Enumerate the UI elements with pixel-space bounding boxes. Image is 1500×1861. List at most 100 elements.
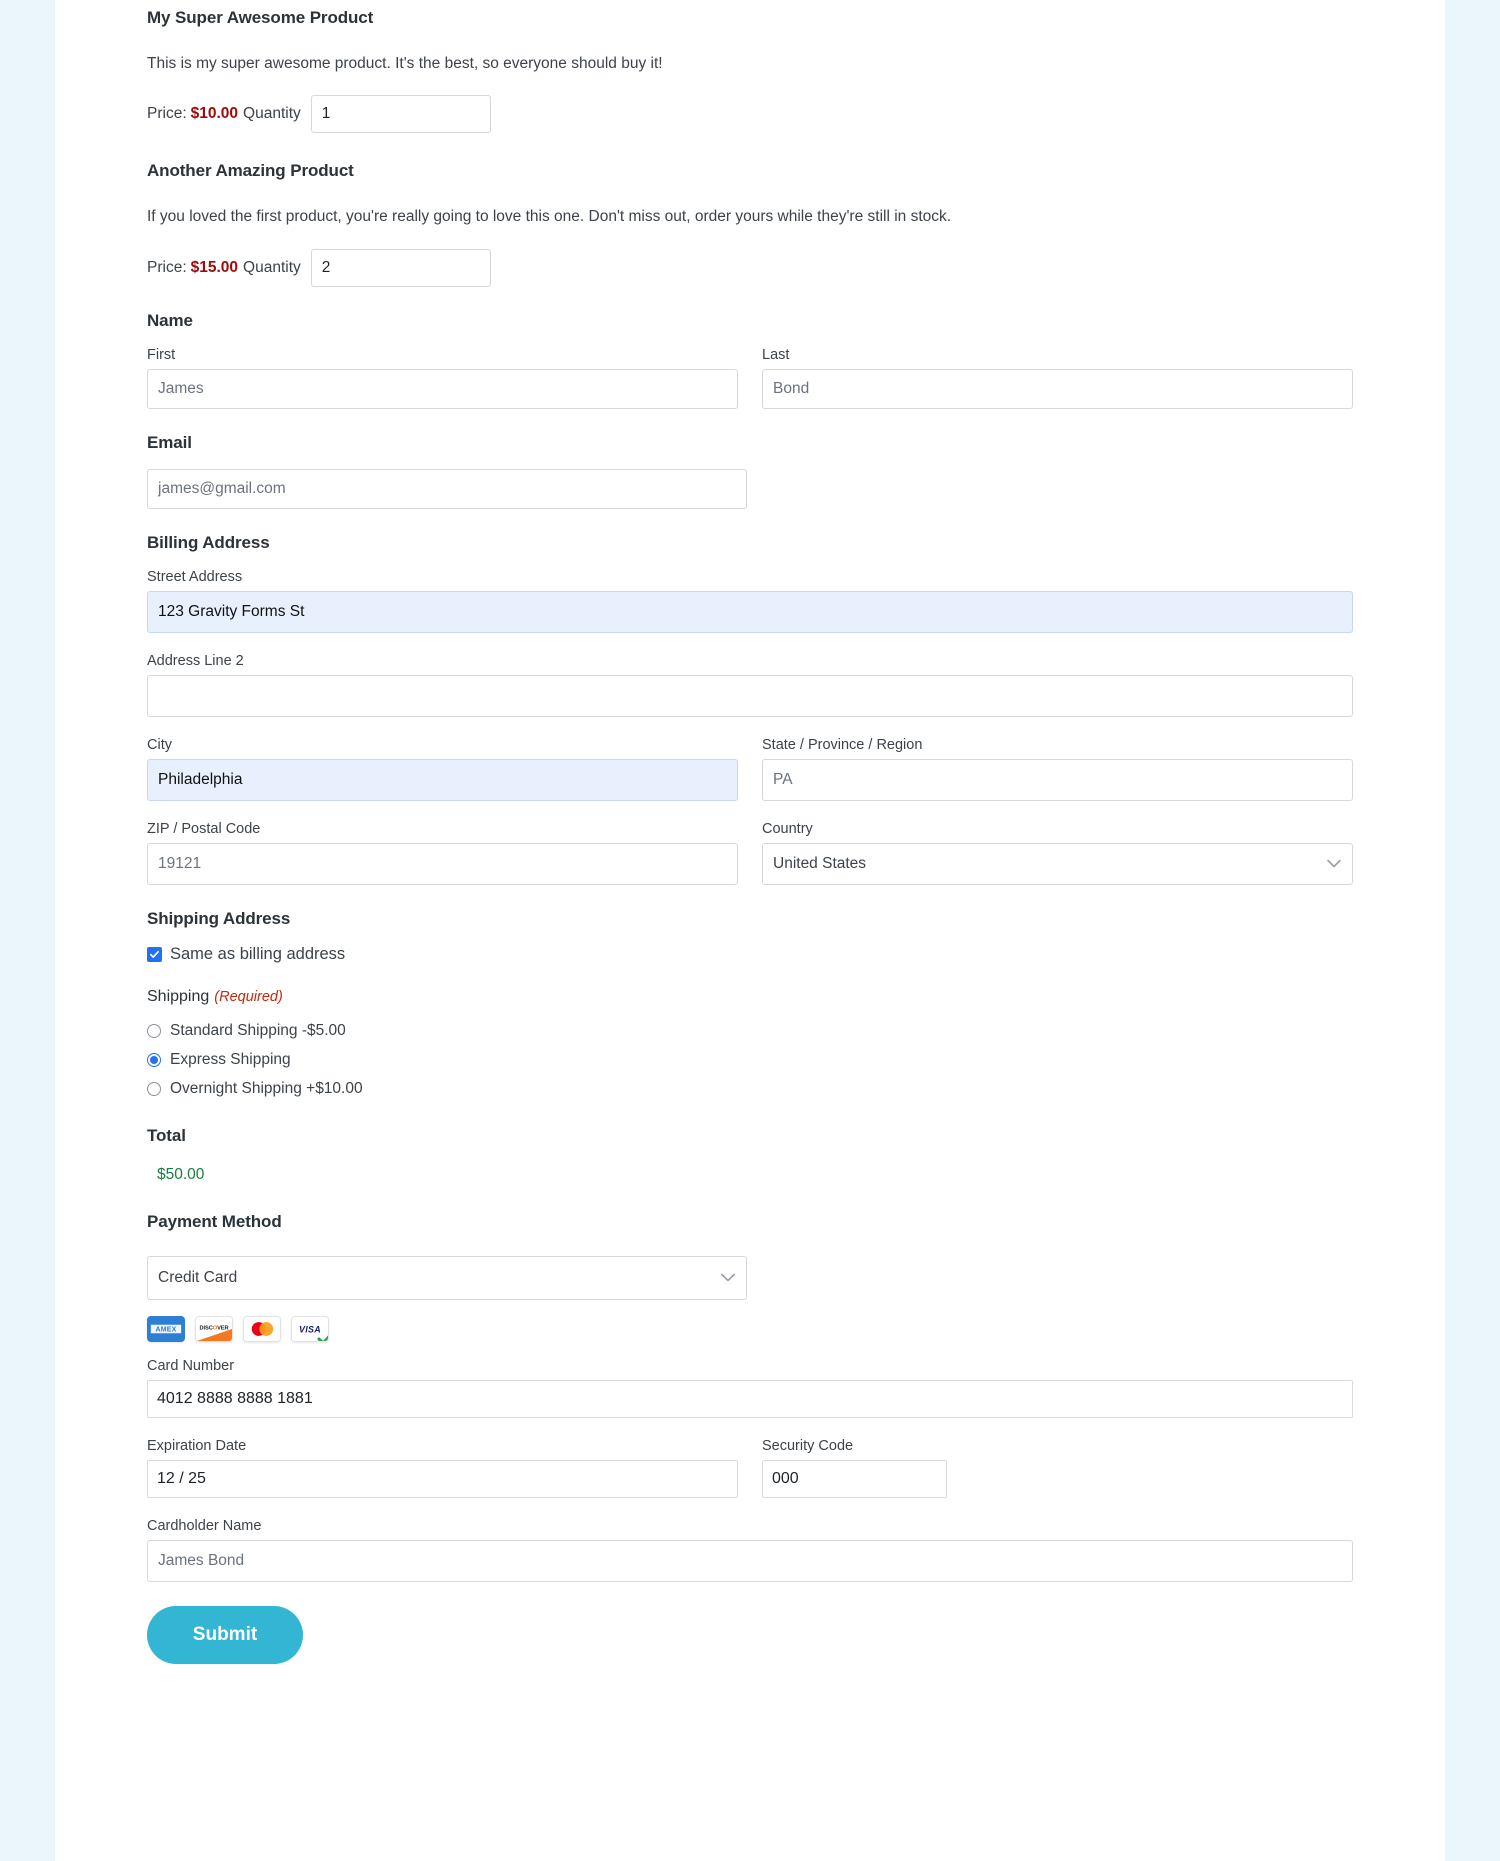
- zip-input[interactable]: [147, 842, 738, 885]
- first-name-input[interactable]: [147, 368, 738, 409]
- check-badge-icon: [317, 1334, 328, 1341]
- zip-field-group: ZIP / Postal Code: [147, 821, 738, 885]
- state-field-group: State / Province / Region: [762, 737, 1353, 801]
- billing-address-title: Billing Address: [147, 532, 270, 552]
- email-section: Email: [147, 433, 1353, 509]
- email-field-group: [147, 468, 747, 509]
- city-state-row: City State / Province / Region: [147, 737, 1353, 801]
- shipping-method-title: Shipping: [147, 987, 210, 1005]
- country-select[interactable]: United States: [762, 842, 1353, 885]
- country-label: Country: [762, 820, 813, 837]
- name-section: Name First Last: [147, 311, 1353, 409]
- product-1-price-row: Price: $10.00 Quantity: [147, 95, 1353, 134]
- address-line-2-label: Address Line 2: [147, 652, 244, 669]
- billing-address-section: Billing Address Street Address Address L…: [147, 533, 1353, 885]
- product-1-price-amount: $10.00: [190, 105, 239, 123]
- total-title: Total: [147, 1125, 186, 1145]
- visa-card-icon: VISA: [291, 1315, 329, 1342]
- payment-method-section: Payment Method Credit Card AMEX DISCOVER…: [147, 1212, 1353, 1582]
- street-address-field-group: Street Address: [147, 569, 1353, 633]
- shipping-address-title: Shipping Address: [147, 908, 291, 928]
- shipping-method-title-row: Shipping (Required): [147, 988, 1353, 1006]
- card-number-input[interactable]: [147, 1379, 1353, 1418]
- security-code-field-group: Security Code: [762, 1438, 1353, 1498]
- zip-label: ZIP / Postal Code: [147, 820, 261, 837]
- shipping-option-overnight[interactable]: Overnight Shipping +$10.00: [147, 1080, 1353, 1098]
- form-canvas: My Super Awesome Product This is my supe…: [55, 0, 1445, 1861]
- first-name-label: First: [147, 346, 176, 363]
- city-field-group: City: [147, 737, 738, 801]
- same-as-billing-label: Same as billing address: [170, 944, 346, 963]
- product-2-price-amount: $15.00: [190, 258, 239, 276]
- checkbox-checked-icon[interactable]: [147, 946, 162, 962]
- country-select-wrap[interactable]: United States: [762, 842, 1353, 885]
- product-2-quantity-label: Quantity: [243, 258, 301, 276]
- last-name-field-group: Last: [762, 347, 1353, 409]
- security-code-input[interactable]: [762, 1459, 947, 1498]
- shipping-option-express-label: Express Shipping: [170, 1050, 291, 1068]
- total-section: Total $50.00: [147, 1126, 1353, 1184]
- shipping-option-standard[interactable]: Standard Shipping -$5.00: [147, 1022, 1353, 1040]
- address-line-2-input[interactable]: [147, 674, 1353, 717]
- submit-section: Submit: [147, 1605, 1353, 1664]
- country-field-group: Country United States: [762, 821, 1353, 885]
- product-2-price-row: Price: $15.00 Quantity: [147, 248, 1353, 287]
- expiration-label: Expiration Date: [147, 1437, 247, 1454]
- product-2-description: If you loved the first product, you're r…: [147, 208, 952, 226]
- product-block-1: My Super Awesome Product This is my supe…: [147, 0, 1353, 134]
- name-fields-row: First Last: [147, 347, 1353, 409]
- shipping-option-overnight-label: Overnight Shipping +$10.00: [170, 1079, 363, 1097]
- shipping-option-express[interactable]: Express Shipping: [147, 1051, 1353, 1069]
- page-root: My Super Awesome Product This is my supe…: [0, 0, 1500, 1861]
- city-label: City: [147, 736, 172, 753]
- radio-selected-icon[interactable]: [147, 1052, 161, 1067]
- street-address-label: Street Address: [147, 568, 243, 585]
- shipping-required-tag: (Required): [214, 988, 283, 1005]
- product-1-title: My Super Awesome Product: [147, 8, 374, 27]
- amex-card-icon: AMEX: [147, 1315, 185, 1342]
- submit-button[interactable]: Submit: [147, 1605, 303, 1664]
- form-inner: My Super Awesome Product This is my supe…: [55, 0, 1445, 1664]
- product-1-quantity-input[interactable]: [310, 95, 491, 134]
- svg-text:AMEX: AMEX: [156, 1326, 177, 1333]
- address-line-2-field-group: Address Line 2: [147, 653, 1353, 717]
- city-input[interactable]: [147, 758, 738, 801]
- total-amount: $50.00: [157, 1165, 205, 1183]
- payment-method-select[interactable]: Credit Card: [147, 1255, 747, 1300]
- shipping-address-section: Shipping Address Same as billing address: [147, 909, 1353, 964]
- street-address-input[interactable]: [147, 590, 1353, 633]
- expiration-input[interactable]: [147, 1459, 738, 1498]
- last-name-label: Last: [762, 346, 790, 363]
- mastercard-card-icon: [243, 1315, 281, 1342]
- zip-country-row: ZIP / Postal Code Country United States: [147, 821, 1353, 885]
- shipping-option-standard-label: Standard Shipping -$5.00: [170, 1021, 346, 1039]
- state-input[interactable]: [762, 758, 1353, 801]
- expiration-security-row: Expiration Date Security Code: [147, 1438, 1353, 1498]
- svg-text:DISCOVER: DISCOVER: [200, 1325, 229, 1331]
- cardholder-name-field-group: Cardholder Name: [147, 1518, 1353, 1582]
- card-brand-icons: AMEX DISCOVER VISA: [147, 1315, 1353, 1342]
- shipping-method-section: Shipping (Required) Standard Shipping -$5…: [147, 988, 1353, 1098]
- first-name-field-group: First: [147, 347, 738, 409]
- payment-method-title: Payment Method: [147, 1211, 282, 1231]
- product-1-quantity-label: Quantity: [243, 105, 301, 123]
- product-block-2: Another Amazing Product If you loved the…: [147, 161, 1353, 287]
- payment-method-select-wrap[interactable]: Credit Card: [147, 1255, 747, 1300]
- radio-unselected-icon[interactable]: [147, 1023, 161, 1038]
- email-section-title: Email: [147, 432, 192, 452]
- product-2-title: Another Amazing Product: [147, 161, 354, 181]
- product-2-quantity-input[interactable]: [310, 248, 491, 287]
- name-section-title: Name: [147, 310, 193, 330]
- product-2-price-label: Price:: [147, 258, 187, 276]
- expiration-field-group: Expiration Date: [147, 1438, 738, 1498]
- card-number-field-group: Card Number: [147, 1358, 1353, 1418]
- email-input[interactable]: [147, 468, 747, 509]
- cardholder-name-input[interactable]: [147, 1539, 1353, 1582]
- last-name-input[interactable]: [762, 368, 1353, 409]
- security-code-label: Security Code: [762, 1437, 854, 1454]
- radio-unselected-icon[interactable]: [147, 1081, 161, 1096]
- state-label: State / Province / Region: [762, 736, 923, 753]
- product-1-description: This is my super awesome product. It's t…: [147, 55, 663, 72]
- discover-card-icon: DISCOVER: [195, 1315, 233, 1342]
- same-as-billing-row[interactable]: Same as billing address: [147, 945, 1353, 964]
